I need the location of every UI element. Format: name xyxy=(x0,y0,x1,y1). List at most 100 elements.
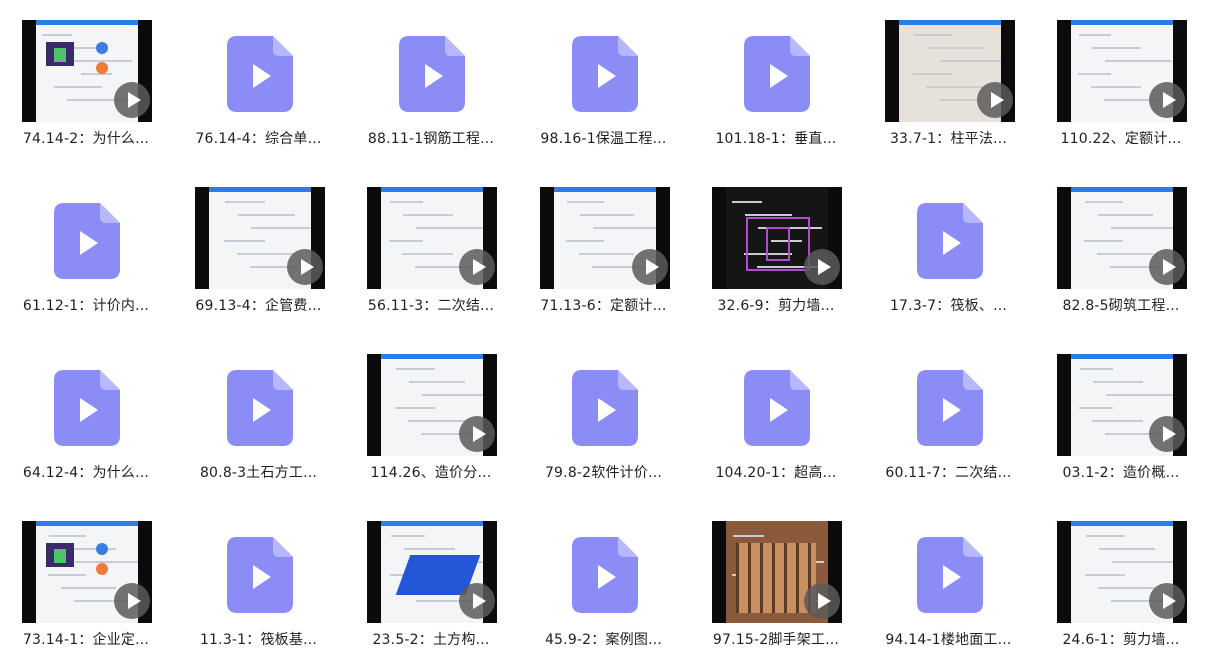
file-item[interactable]: 94.14-1楼地面工... xyxy=(863,501,1035,656)
video-thumbnail xyxy=(367,354,497,456)
file-name-label: 76.14-4：综合单... xyxy=(195,131,322,147)
file-item[interactable]: 79.8-2软件计价... xyxy=(518,334,690,489)
file-item[interactable]: 71.13-6：定额计... xyxy=(518,167,690,322)
file-name-label: 17.3-7：筏板、... xyxy=(889,298,1008,314)
play-icon xyxy=(114,583,150,619)
file-item[interactable]: 11.3-1：筏板基... xyxy=(173,501,345,656)
file-name-label: 79.8-2软件计价... xyxy=(544,465,663,481)
video-preview xyxy=(712,521,842,623)
video-thumbnail xyxy=(1057,20,1187,122)
play-icon xyxy=(804,583,840,619)
play-icon xyxy=(1149,249,1185,285)
file-item[interactable]: 61.12-1：计价内... xyxy=(0,167,172,322)
video-thumbnail xyxy=(539,187,670,289)
file-item[interactable]: 23.5-2：土方构... xyxy=(345,501,517,656)
video-preview xyxy=(194,187,325,289)
file-name-label: 110.22、定额计... xyxy=(1060,131,1182,147)
video-preview xyxy=(22,20,152,122)
video-file-icon xyxy=(22,354,152,456)
file-item[interactable]: 33.7-1：柱平法... xyxy=(863,0,1035,155)
file-name-label: 69.13-4：企管费... xyxy=(195,298,322,314)
file-grid: 74.14-2：为什么... 76.14-4：综合单... 88.11-1钢筋工程.… xyxy=(0,0,1228,661)
file-name-label: 23.5-2：土方构... xyxy=(372,632,490,648)
file-item[interactable]: 69.13-4：企管费... xyxy=(173,167,345,322)
video-preview xyxy=(367,521,497,623)
play-icon xyxy=(459,416,495,452)
video-thumbnail xyxy=(1057,354,1187,456)
file-item[interactable]: 88.11-1钢筋工程... xyxy=(345,0,517,155)
video-preview xyxy=(1057,354,1187,456)
file-name-label: 80.8-3土石方工... xyxy=(199,465,318,481)
video-thumbnail xyxy=(194,187,325,289)
file-item[interactable]: 97.15-2脚手架工... xyxy=(690,501,862,656)
play-icon xyxy=(459,583,495,619)
video-preview xyxy=(367,354,497,456)
video-file-icon xyxy=(885,521,1015,623)
video-thumbnail xyxy=(367,187,497,289)
file-name-label: 71.13-6：定额计... xyxy=(540,298,667,314)
file-item[interactable]: 73.14-1：企业定... xyxy=(0,501,172,656)
file-name-label: 88.11-1钢筋工程... xyxy=(367,131,495,147)
video-thumbnail xyxy=(712,187,842,289)
play-icon xyxy=(114,82,150,118)
video-preview xyxy=(1057,521,1187,623)
file-item[interactable]: 32.6-9：剪力墙... xyxy=(690,167,862,322)
file-name-label: 114.26、造价分... xyxy=(370,465,492,481)
file-name-label: 94.14-1楼地面工... xyxy=(885,632,1012,648)
file-item[interactable]: 80.8-3土石方工... xyxy=(173,334,345,489)
file-name-label: 24.6-1：剪力墙... xyxy=(1062,632,1180,648)
file-item[interactable]: 98.16-1保温工程... xyxy=(518,0,690,155)
file-item[interactable]: 101.18-1：垂直... xyxy=(690,0,862,155)
video-preview xyxy=(1057,20,1187,122)
file-item[interactable]: 56.11-3：二次结... xyxy=(345,167,517,322)
video-file-icon xyxy=(367,20,497,122)
file-item[interactable]: 110.22、定额计... xyxy=(1035,0,1207,155)
file-item[interactable]: 60.11-7：二次结... xyxy=(863,334,1035,489)
video-file-icon xyxy=(540,354,670,456)
file-name-label: 64.12-4：为什么... xyxy=(22,465,150,481)
video-thumbnail xyxy=(884,20,1015,122)
file-item[interactable]: 45.9-2：案例图... xyxy=(518,501,690,656)
file-name-label: 74.14-2：为什么... xyxy=(22,131,150,147)
file-name-label: 98.16-1保温工程... xyxy=(540,131,667,147)
video-thumbnail xyxy=(1057,187,1187,289)
video-thumbnail xyxy=(22,521,152,623)
video-thumbnail xyxy=(367,521,497,623)
video-file-icon xyxy=(885,354,1015,456)
file-name-label: 101.18-1：垂直... xyxy=(715,131,837,147)
play-icon xyxy=(1149,583,1185,619)
file-name-label: 60.11-7：二次结... xyxy=(885,465,1012,481)
video-preview xyxy=(539,187,670,289)
file-name-label: 82.8-5砌筑工程... xyxy=(1062,298,1180,314)
file-name-label: 104.20-1：超高... xyxy=(715,465,837,481)
video-preview xyxy=(1057,187,1187,289)
video-file-icon xyxy=(22,187,152,289)
file-name-label: 33.7-1：柱平法... xyxy=(889,131,1008,147)
file-item[interactable]: 17.3-7：筏板、... xyxy=(863,167,1035,322)
file-item[interactable]: 24.6-1：剪力墙... xyxy=(1035,501,1207,656)
play-icon xyxy=(1149,416,1185,452)
play-icon xyxy=(631,249,668,285)
file-item[interactable]: 76.14-4：综合单... xyxy=(173,0,345,155)
file-item[interactable]: 74.14-2：为什么... xyxy=(0,0,172,155)
play-icon xyxy=(804,249,840,285)
video-thumbnail xyxy=(1057,521,1187,623)
video-preview xyxy=(712,187,842,289)
video-preview xyxy=(367,187,497,289)
file-item[interactable]: 82.8-5砌筑工程... xyxy=(1035,167,1207,322)
video-preview xyxy=(884,20,1015,122)
file-item[interactable]: 03.1-2：造价概... xyxy=(1035,334,1207,489)
file-name-label: 32.6-9：剪力墙... xyxy=(717,298,835,314)
file-item[interactable]: 104.20-1：超高... xyxy=(690,334,862,489)
play-icon xyxy=(1149,82,1185,118)
file-name-label: 03.1-2：造价概... xyxy=(1062,465,1180,481)
file-item[interactable]: 114.26、造价分... xyxy=(345,334,517,489)
play-icon xyxy=(286,249,323,285)
video-file-icon xyxy=(195,20,325,122)
video-preview xyxy=(22,521,152,623)
file-name-label: 11.3-1：筏板基... xyxy=(199,632,318,648)
play-icon xyxy=(459,249,495,285)
video-file-icon xyxy=(712,354,842,456)
file-item[interactable]: 64.12-4：为什么... xyxy=(0,334,172,489)
video-file-icon xyxy=(195,521,325,623)
